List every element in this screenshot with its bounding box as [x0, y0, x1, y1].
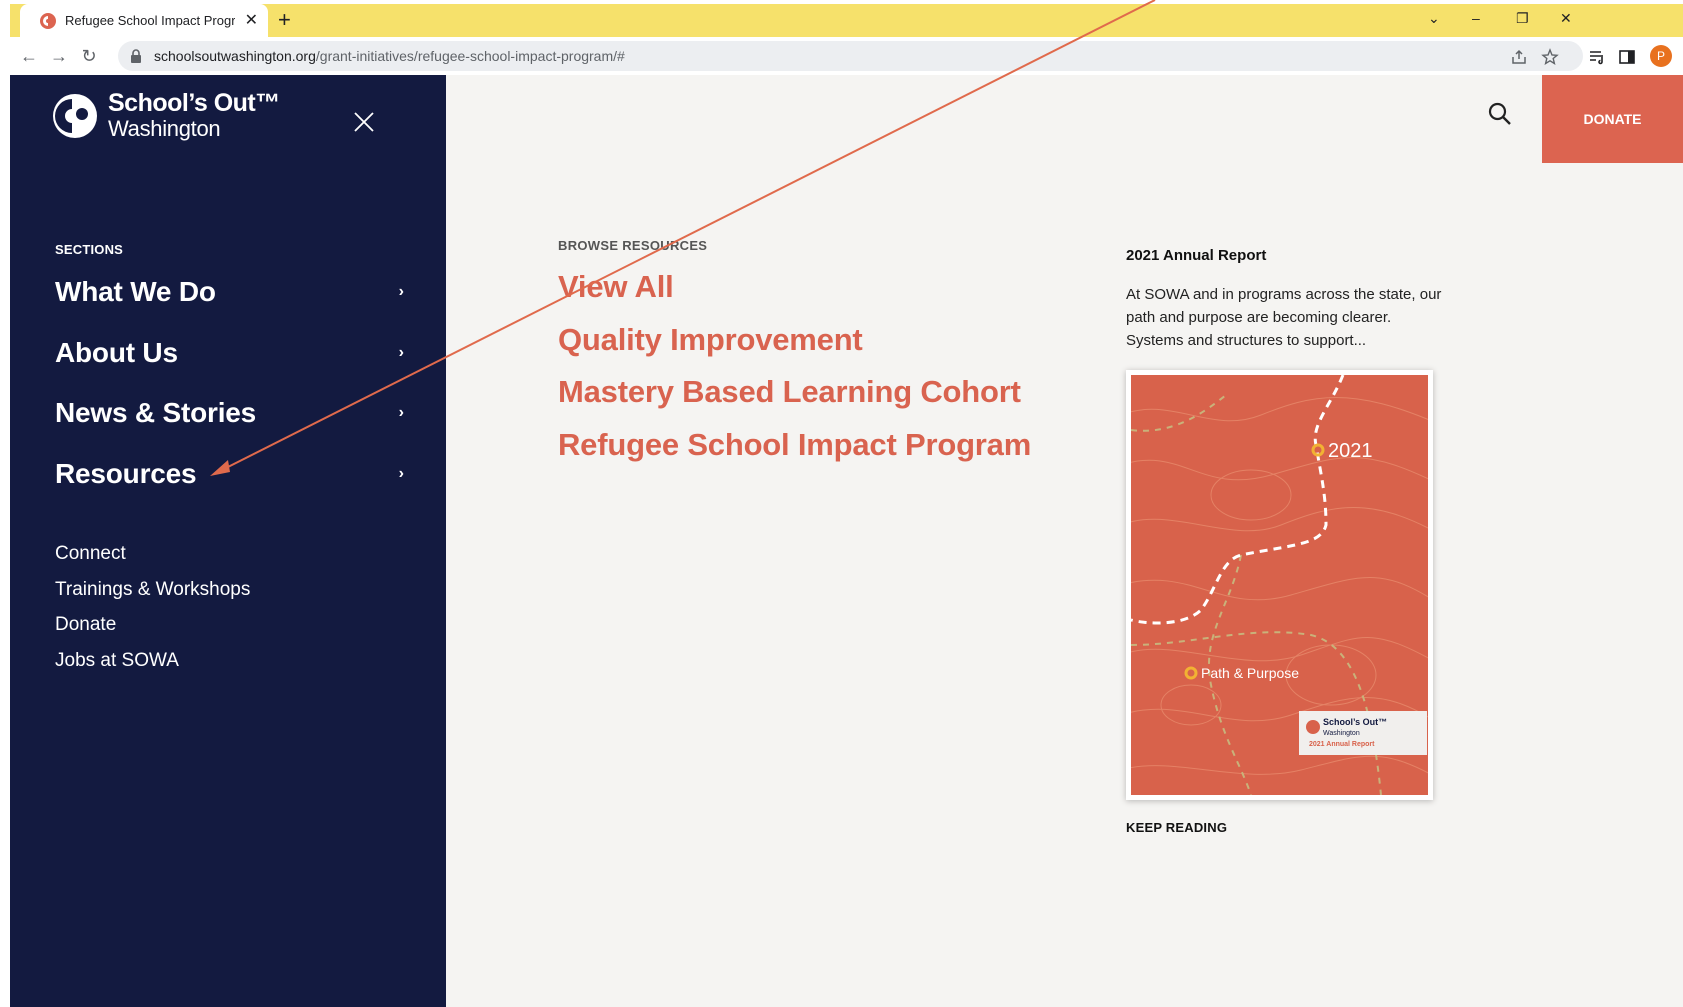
sections-heading: SECTIONS — [55, 242, 124, 257]
resource-link-quality-improvement[interactable]: Quality Improvement — [558, 314, 1031, 367]
reading-list-icon[interactable] — [1588, 48, 1606, 66]
nav-item-what-we-do[interactable]: What We Do › — [55, 262, 410, 323]
search-icon[interactable] — [1487, 101, 1513, 127]
url-path: /grant-initiatives/refugee-school-impact… — [315, 48, 625, 64]
nav-item-about-us[interactable]: About Us › — [55, 323, 410, 384]
report-description: At SOWA and in programs across the state… — [1126, 286, 1442, 349]
chevron-right-icon[interactable]: › — [399, 465, 404, 483]
resource-links: View All Quality Improvement Mastery Bas… — [558, 261, 1031, 471]
nav-item-news-stories[interactable]: News & Stories › — [55, 383, 410, 444]
resource-link-refugee-school-impact[interactable]: Refugee School Impact Program — [558, 419, 1031, 472]
logo-line2: Washington — [108, 116, 221, 141]
nav-link-donate[interactable]: Donate — [55, 607, 250, 643]
donate-button[interactable]: DONATE — [1542, 75, 1683, 163]
nav-link-jobs[interactable]: Jobs at SOWA — [55, 643, 250, 679]
main-nav: What We Do › About Us › News & Stories ›… — [55, 262, 410, 504]
cover-badge-line1: School’s Out™ — [1323, 717, 1387, 727]
browser-toolbar: ← → ↻ schoolsoutwashington.org/grant-ini… — [10, 37, 1683, 75]
tab-search-icon[interactable]: ⌄ — [1428, 10, 1440, 27]
share-icon[interactable] — [1510, 48, 1528, 66]
cover-year: 2021 — [1328, 440, 1373, 462]
resource-link-mastery-based-learning[interactable]: Mastery Based Learning Cohort — [558, 366, 1031, 419]
nav-link-trainings[interactable]: Trainings & Workshops — [55, 572, 250, 608]
report-title[interactable]: 2021 Annual Report — [1126, 247, 1266, 264]
nav-item-label: What We Do — [55, 276, 216, 308]
address-bar[interactable]: schoolsoutwashington.org/grant-initiativ… — [118, 41, 1583, 71]
navigation-drawer: School’s Out™ Washington SECTIONS What W… — [10, 75, 446, 1007]
report-cover-image[interactable]: 2021 Path & Purpose School’s Out™ Washin… — [1126, 370, 1433, 800]
browser-tab-strip: Refugee School Impact Program ✕ + ⌄ – ❐ … — [10, 4, 1683, 37]
logo-text: School’s Out™ Washington — [108, 91, 280, 140]
minimize-icon[interactable]: – — [1472, 10, 1480, 26]
page: School’s Out™ Washington SECTIONS What W… — [10, 75, 1683, 1007]
bookmark-star-icon[interactable] — [1541, 48, 1559, 66]
lock-icon — [131, 49, 141, 63]
logo-line1: School’s Out™ — [108, 89, 280, 117]
cover-badge-line2: Washington — [1323, 730, 1360, 737]
new-tab-button[interactable]: + — [278, 8, 291, 32]
profile-avatar[interactable]: P — [1650, 45, 1672, 67]
site-logo[interactable]: School’s Out™ Washington — [52, 91, 280, 140]
url-host: schoolsoutwashington.org — [154, 48, 316, 64]
report-cover-art: 2021 Path & Purpose School’s Out™ Washin… — [1131, 375, 1428, 795]
cover-subtitle: Path & Purpose — [1201, 665, 1299, 681]
back-icon[interactable]: ← — [18, 45, 40, 67]
tab-title: Refugee School Impact Program — [65, 13, 235, 28]
nav-link-connect[interactable]: Connect — [55, 536, 250, 572]
secondary-nav: Connect Trainings & Workshops Donate Job… — [55, 536, 250, 678]
nav-item-label: Resources — [55, 457, 197, 489]
chevron-right-icon[interactable]: › — [399, 344, 404, 362]
logo-mark-icon — [53, 93, 97, 138]
resource-link-view-all[interactable]: View All — [558, 261, 1031, 314]
browser-tab[interactable]: Refugee School Impact Program ✕ — [20, 4, 268, 37]
nav-item-resources[interactable]: Resources › — [55, 444, 410, 505]
forward-icon[interactable]: → — [48, 45, 70, 67]
chevron-right-icon[interactable]: › — [399, 283, 404, 301]
close-menu-icon[interactable] — [353, 111, 375, 133]
site-favicon-icon — [40, 12, 56, 29]
chevron-right-icon[interactable]: › — [399, 404, 404, 422]
tab-close-icon[interactable]: ✕ — [245, 12, 258, 29]
side-panel-icon[interactable] — [1618, 48, 1636, 66]
restore-icon[interactable]: ❐ — [1516, 10, 1529, 27]
keep-reading-link[interactable]: KEEP READING — [1126, 820, 1227, 835]
window-close-icon[interactable]: ✕ — [1560, 10, 1572, 27]
nav-item-label: About Us — [55, 336, 178, 368]
nav-item-label: News & Stories — [55, 397, 257, 429]
browse-resources-heading: BROWSE RESOURCES — [558, 238, 708, 253]
reload-icon[interactable]: ↻ — [78, 45, 100, 67]
cover-badge-line3: 2021 Annual Report — [1309, 741, 1375, 748]
